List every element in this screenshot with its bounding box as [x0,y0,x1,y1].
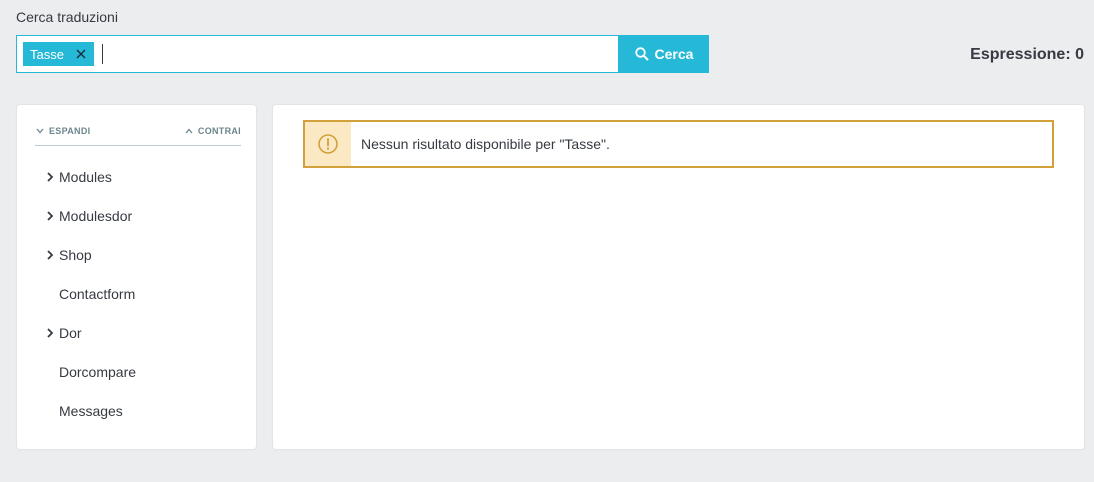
alert-icon-container [305,122,351,166]
tree-item-label: Dorcompare [59,363,137,380]
tag-remove-icon[interactable] [76,49,86,59]
results-panel: Nessun risultato disponibile per "Tasse"… [273,105,1084,449]
translation-tree-panel: ESPANDI CONTRAI Modules Modulesdor Shop … [17,105,256,449]
tree-item-modulesdor[interactable]: Modulesdor [17,196,256,235]
search-button[interactable]: Cerca [619,35,709,73]
tree-item-shop[interactable]: Shop [17,235,256,274]
warning-alert: Nessun risultato disponibile per "Tasse"… [303,120,1054,168]
search-input[interactable] [102,36,618,72]
search-tag-label: Tasse [30,46,64,62]
expand-all-label: ESPANDI [49,126,91,136]
tree-item-label: Messages [59,402,123,419]
tree-item-label: Shop [59,246,92,263]
search-tag: Tasse [23,42,94,66]
tree-item-label: Contactform [59,285,136,302]
tree-item-dor[interactable]: Dor [17,313,256,352]
search-label: Cerca traduzioni [16,9,118,25]
tree-controls: ESPANDI CONTRAI [35,126,241,146]
chevron-down-icon [36,128,44,134]
tree-item-label: Dor [59,324,82,341]
expand-all-button[interactable]: ESPANDI [36,126,90,136]
alert-message: Nessun risultato disponibile per "Tasse"… [361,136,610,152]
collapse-all-button[interactable]: CONTRAI [185,126,241,136]
warning-icon [317,133,339,155]
search-field[interactable]: Tasse [16,35,619,73]
tree-item-modules[interactable]: Modules [17,157,256,196]
tree-item-messages[interactable]: Messages [17,391,256,430]
collapse-all-label: CONTRAI [197,126,241,136]
search-button-label: Cerca [654,46,694,62]
chevron-up-icon [185,128,193,134]
search-icon [634,47,649,61]
tree-item-dorcompare[interactable]: Dorcompare [17,352,256,391]
tree-list: Modules Modulesdor Shop Contactform Dor … [17,161,256,430]
expression-count: Espressione: 0 [970,46,1084,63]
tree-item-contactform[interactable]: Contactform [17,274,256,313]
tree-item-label: Modules [59,168,112,185]
tree-item-label: Modulesdor [59,207,133,224]
